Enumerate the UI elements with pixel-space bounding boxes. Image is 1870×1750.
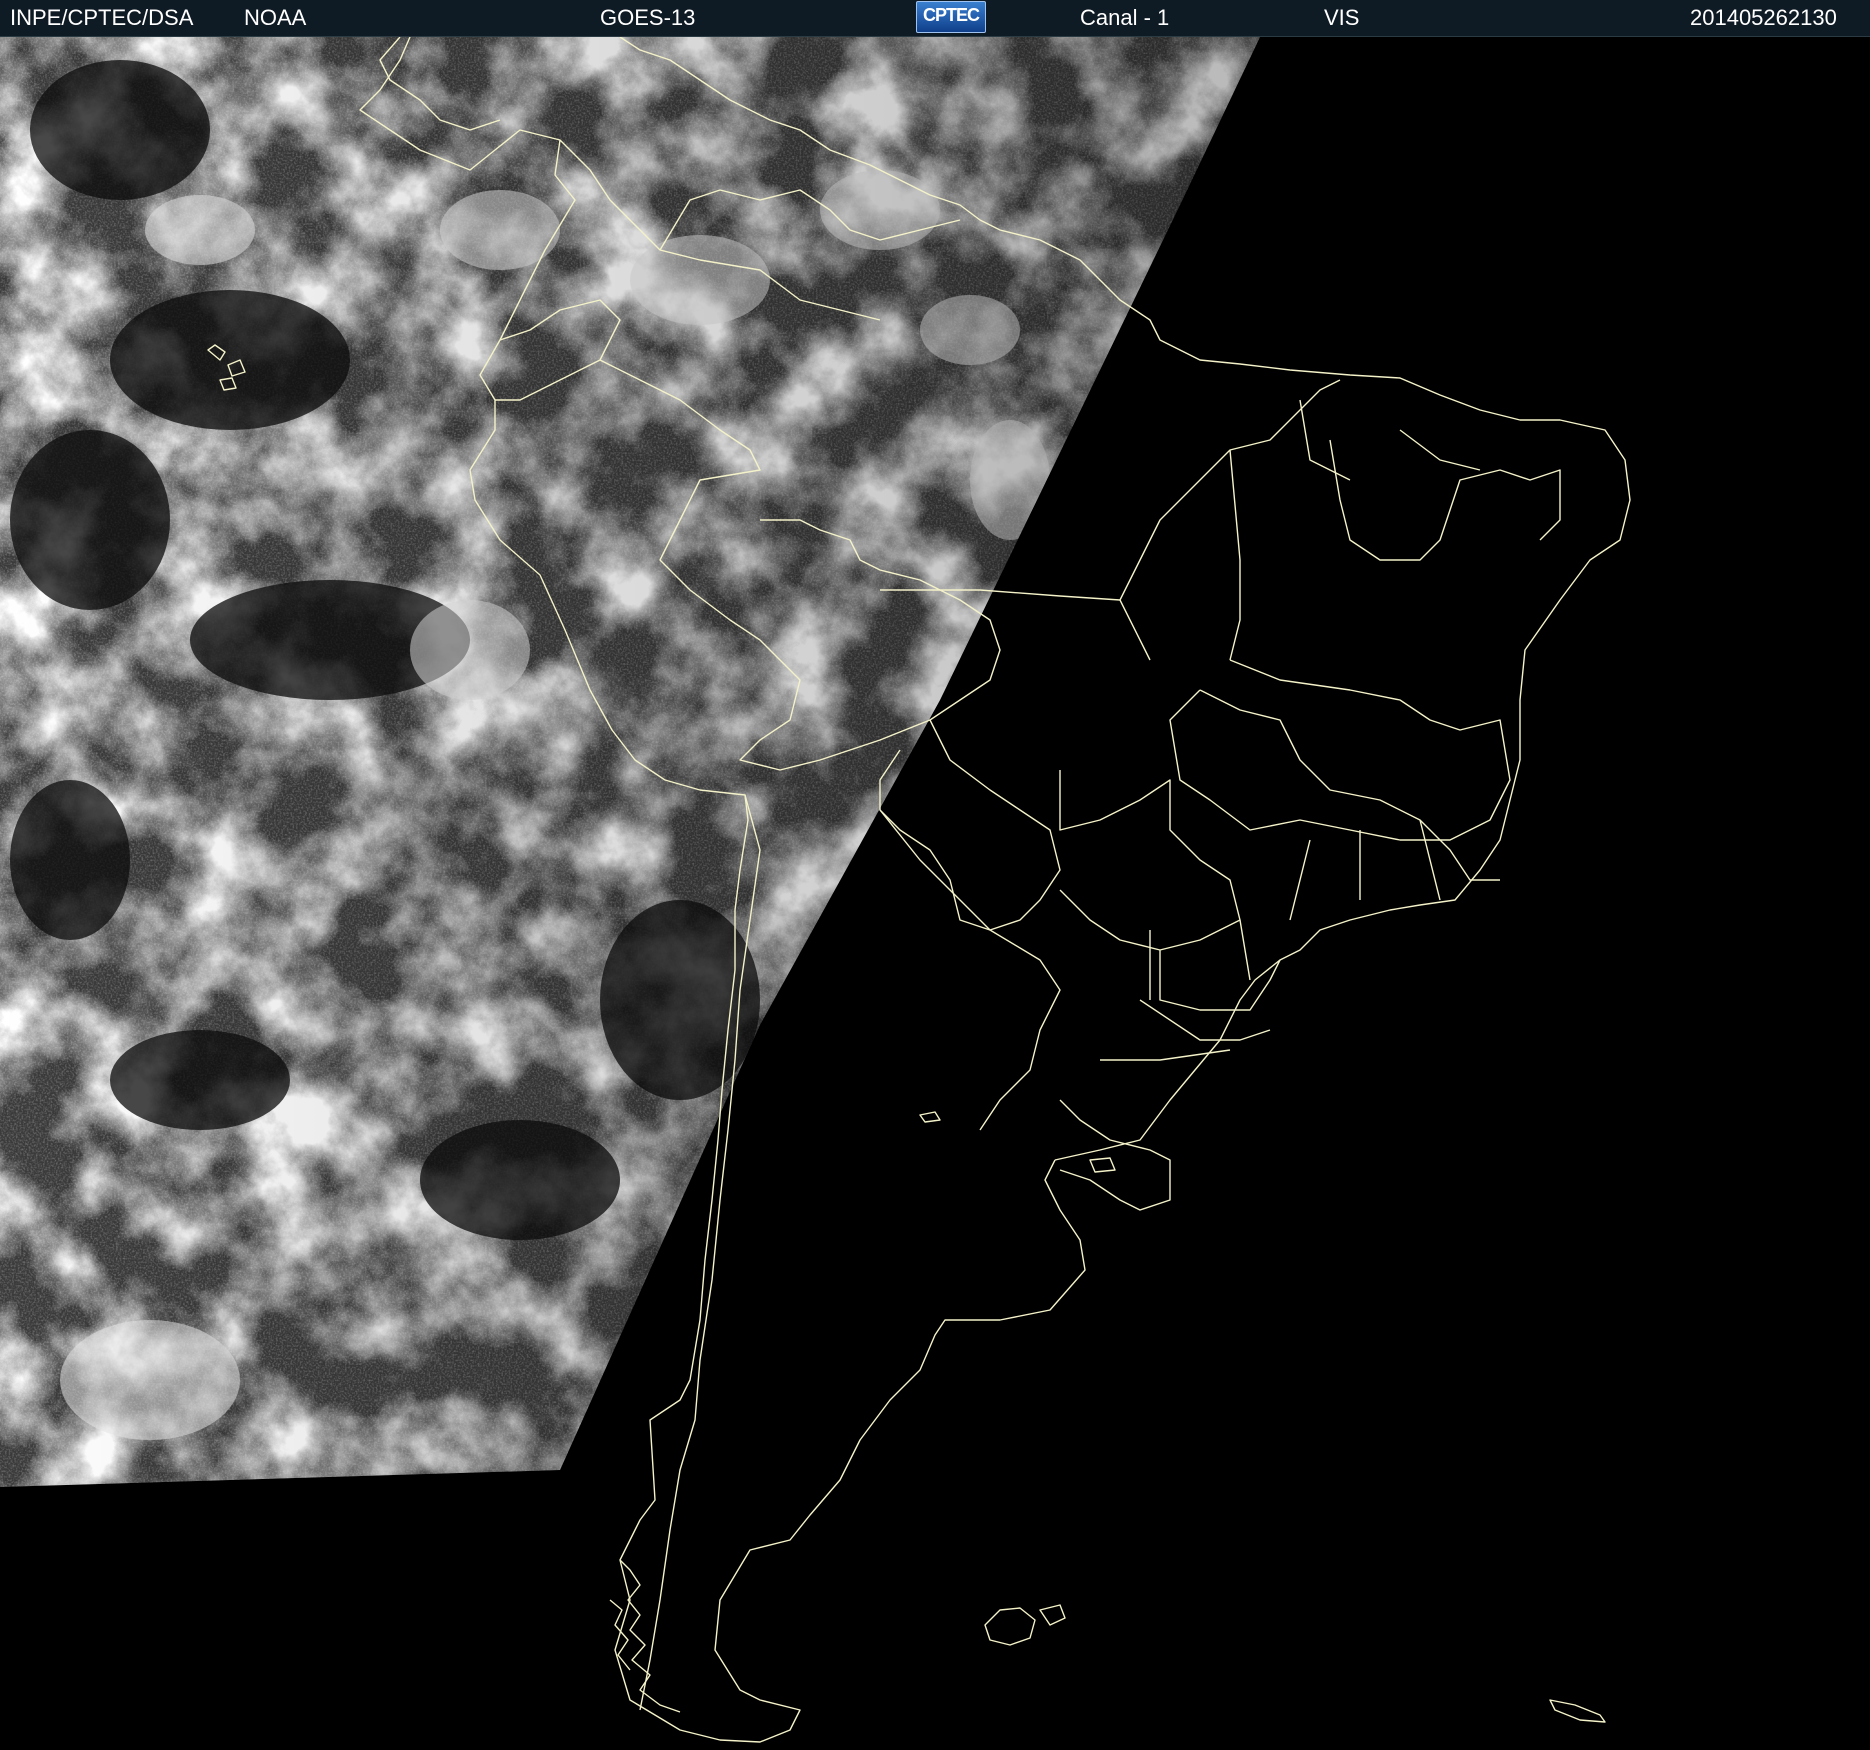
cptec-logo: CPTEC [916,1,986,33]
satellite-label: GOES-13 [600,5,696,30]
agency-label: NOAA [244,5,307,30]
logo-text: CPTEC [922,5,980,25]
channel-label: Canal - 1 [1080,5,1170,30]
satellite-map [0,37,1870,1750]
image-header-bar: INPE/CPTEC/DSA NOAA GOES-13 CPTEC Canal … [0,0,1870,37]
institution-label: INPE/CPTEC/DSA [10,5,194,30]
timestamp-label: 201405262130 [1690,5,1837,30]
band-label: VIS [1324,5,1360,30]
